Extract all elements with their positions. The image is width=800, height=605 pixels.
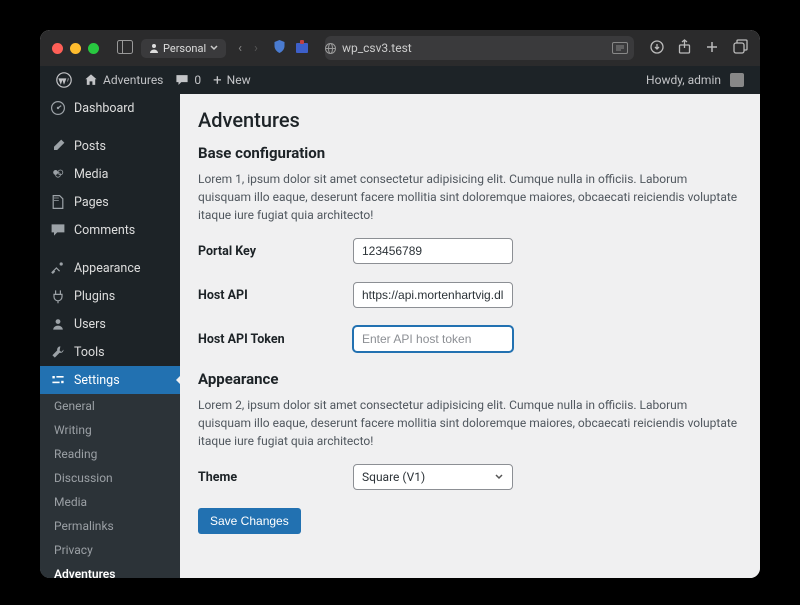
portal-key-input[interactable] <box>353 238 513 264</box>
avatar-icon <box>730 73 744 87</box>
new-label: New <box>227 73 251 87</box>
sidebar-item-media[interactable]: Media <box>40 160 180 188</box>
section-base-config-title: Base configuration <box>198 144 742 162</box>
wp-logo[interactable] <box>50 72 78 88</box>
sidebar-item-appearance[interactable]: Appearance <box>40 254 180 282</box>
sidebar-item-tools[interactable]: Tools <box>40 338 180 366</box>
sidebar-item-users[interactable]: Users <box>40 310 180 338</box>
host-api-token-label: Host API Token <box>198 332 353 347</box>
settings-page-content: Adventures Base configuration Lorem 1, i… <box>180 94 760 578</box>
globe-icon <box>325 43 336 54</box>
tabs-icon[interactable] <box>733 39 748 58</box>
theme-label: Theme <box>198 470 353 485</box>
sidebar-item-label: Pages <box>74 195 109 210</box>
sidebar-item-label: Comments <box>74 223 135 238</box>
back-icon[interactable]: ‹ <box>234 41 246 56</box>
url-text: wp_csv3.test <box>342 41 412 55</box>
browser-chrome: Personal ‹ › wp_csv3.test <box>40 30 760 66</box>
portal-key-label: Portal Key <box>198 244 353 259</box>
shield-icon[interactable] <box>272 39 287 58</box>
chevron-down-icon <box>494 472 504 482</box>
chevron-down-icon <box>210 44 218 52</box>
host-api-input[interactable] <box>353 282 513 308</box>
new-content[interactable]: +New <box>207 73 256 88</box>
settings-submenu: General Writing Reading Discussion Media… <box>40 394 180 578</box>
sidebar-toggle-icon[interactable] <box>117 39 133 58</box>
submenu-reading[interactable]: Reading <box>40 442 180 466</box>
section-appearance-desc: Lorem 2, ipsum dolor sit amet consectetu… <box>198 396 742 450</box>
sidebar-item-pages[interactable]: Pages <box>40 188 180 216</box>
page-title: Adventures <box>198 108 742 132</box>
row-host-api-token: Host API Token <box>198 326 742 352</box>
submenu-general[interactable]: General <box>40 394 180 418</box>
host-api-token-input[interactable] <box>353 326 513 352</box>
sidebar-item-label: Users <box>74 317 106 332</box>
host-api-label: Host API <box>198 288 353 303</box>
forward-icon: › <box>254 41 258 56</box>
sidebar-item-label: Media <box>74 167 108 182</box>
row-portal-key: Portal Key <box>198 238 742 264</box>
comment-count: 0 <box>194 73 201 87</box>
submenu-adventures[interactable]: Adventures <box>40 562 180 578</box>
extension-icon[interactable] <box>295 39 309 58</box>
submenu-privacy[interactable]: Privacy <box>40 538 180 562</box>
sidebar-item-plugins[interactable]: Plugins <box>40 282 180 310</box>
sidebar-item-label: Dashboard <box>74 101 134 116</box>
section-base-config-desc: Lorem 1, ipsum dolor sit amet consectetu… <box>198 170 742 224</box>
submenu-media[interactable]: Media <box>40 490 180 514</box>
sidebar-item-comments[interactable]: Comments <box>40 216 180 244</box>
sidebar-item-label: Plugins <box>74 289 115 304</box>
submenu-discussion[interactable]: Discussion <box>40 466 180 490</box>
submenu-writing[interactable]: Writing <box>40 418 180 442</box>
profile-label: Personal <box>163 42 206 55</box>
admin-sidebar: Dashboard Posts Media Pages Comments App… <box>40 94 180 578</box>
maximize-icon[interactable] <box>88 43 99 54</box>
profile-button[interactable]: Personal <box>141 39 226 58</box>
share-icon[interactable] <box>678 39 691 58</box>
sidebar-item-label: Settings <box>74 373 120 388</box>
howdy-user[interactable]: Howdy, admin <box>640 73 750 87</box>
new-tab-icon[interactable] <box>705 39 719 58</box>
sidebar-item-label: Posts <box>74 139 106 154</box>
sidebar-item-posts[interactable]: Posts <box>40 132 180 160</box>
wp-admin-bar: Adventures 0 +New Howdy, admin <box>40 66 760 94</box>
browser-window: Personal ‹ › wp_csv3.test Adventures 0 <box>40 30 760 578</box>
minimize-icon[interactable] <box>70 43 81 54</box>
theme-select[interactable]: Square (V1) <box>353 464 513 490</box>
sidebar-item-settings[interactable]: Settings <box>40 366 180 394</box>
sidebar-item-label: Tools <box>74 345 105 360</box>
save-button[interactable]: Save Changes <box>198 508 301 534</box>
greeting-text: Howdy, admin <box>646 73 721 87</box>
site-name: Adventures <box>103 73 163 87</box>
comments-bubble[interactable]: 0 <box>169 73 207 87</box>
site-link[interactable]: Adventures <box>78 73 169 87</box>
sidebar-item-dashboard[interactable]: Dashboard <box>40 94 180 122</box>
url-bar[interactable]: wp_csv3.test <box>325 36 634 60</box>
sidebar-item-label: Appearance <box>74 261 141 276</box>
traffic-lights <box>52 43 99 54</box>
reader-mode-icon[interactable] <box>612 42 628 54</box>
submenu-permalinks[interactable]: Permalinks <box>40 514 180 538</box>
download-icon[interactable] <box>650 39 664 58</box>
row-host-api: Host API <box>198 282 742 308</box>
theme-value: Square (V1) <box>362 470 425 484</box>
row-theme: Theme Square (V1) <box>198 464 742 490</box>
section-appearance-title: Appearance <box>198 370 742 388</box>
close-icon[interactable] <box>52 43 63 54</box>
